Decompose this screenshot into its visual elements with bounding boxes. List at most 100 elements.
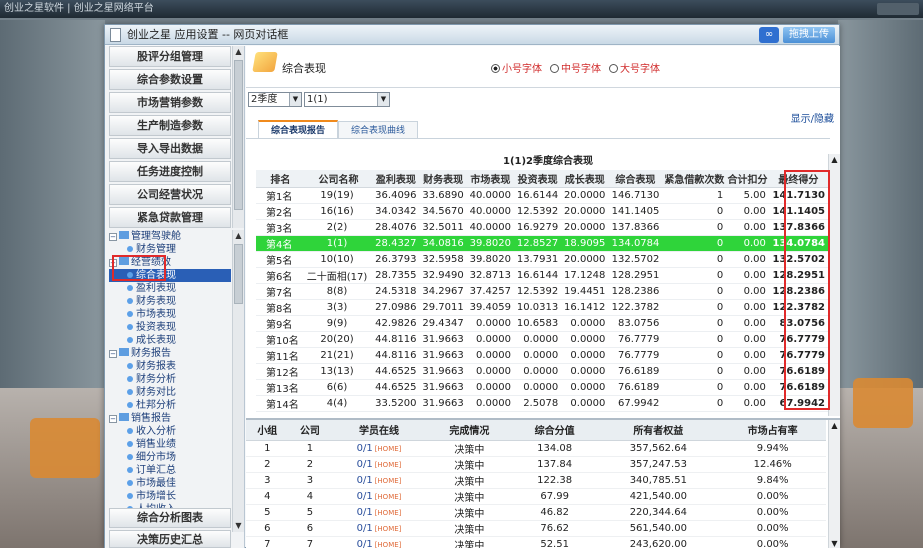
font-size-radio[interactable]: 中号字体	[550, 64, 601, 75]
tree-item[interactable]: 财务分析	[109, 373, 231, 386]
tree-item[interactable]: 市场表现	[109, 308, 231, 321]
table-row[interactable]: 6 6 0/1 [HOME] 决策中 76.62 561,540.00 0.00%	[246, 520, 826, 537]
table-cell: 0.00%	[719, 504, 826, 521]
tree-item[interactable]: 收入分析	[109, 425, 231, 438]
ranking-scrollbar[interactable]: ▲	[828, 154, 840, 416]
scroll-down-icon[interactable]: ▼	[233, 520, 244, 532]
table-cell: 0.00%	[719, 520, 826, 537]
collapse-icon[interactable]: −	[109, 350, 117, 358]
folder-icon	[119, 257, 129, 265]
quarter-select[interactable]: 2季度 ▼	[248, 92, 302, 107]
sidebar-tree-scrollbar[interactable]: ▲ ▼	[232, 230, 244, 532]
table-row[interactable]: 第5名 10(10) 26.3793 32.5958 39.8020 13.7931 20.…	[256, 251, 828, 268]
sidebar-top-scrollbar[interactable]: ▲	[232, 46, 244, 228]
sidebar-menu-button[interactable]: 市场营销参数	[109, 92, 231, 113]
sidebar-button-charts[interactable]: 综合分析图表	[109, 508, 231, 528]
scroll-up-icon[interactable]: ▲	[233, 46, 244, 58]
tree-item[interactable]: 财务报表	[109, 360, 231, 373]
tree-item[interactable]: 投资表现	[109, 321, 231, 334]
group-select[interactable]: 1(1) ▼	[304, 92, 390, 107]
table-row[interactable]: 2 2 0/1 [HOME] 决策中 137.84 357,247.53 12.46%	[246, 456, 826, 473]
sidebar-menu-button[interactable]: 导入导出数据	[109, 138, 231, 159]
radio-icon[interactable]	[491, 64, 500, 73]
table-cell: 0.0000	[466, 331, 514, 348]
online-cell: 0/1 [HOME]	[331, 472, 427, 489]
scroll-up-icon[interactable]: ▲	[829, 420, 840, 432]
status-scrollbar[interactable]: ▲ ▼	[828, 420, 840, 548]
chevron-down-icon[interactable]: ▼	[289, 93, 301, 106]
scroll-thumb[interactable]	[234, 244, 243, 304]
show-hide-link[interactable]: 显示/隐藏	[791, 110, 834, 125]
sidebar-button-history[interactable]: 决策历史汇总	[109, 530, 231, 548]
table-row[interactable]: 4 4 0/1 [HOME] 决策中 67.99 421,540.00 0.00%	[246, 488, 826, 505]
table-row[interactable]: 第3名 2(2) 28.4076 32.5011 40.0000 16.9279 20.00…	[256, 219, 828, 236]
table-row[interactable]: 第7名 8(8) 24.5318 34.2967 37.4257 12.5392 19.44…	[256, 283, 828, 300]
tree-item-label: 订单汇总	[136, 465, 176, 476]
table-row[interactable]: 第4名 1(1) 28.4327 34.0816 39.8020 12.8527 18.90…	[256, 235, 828, 252]
table-row[interactable]: 第13名 6(6) 44.6525 31.9663 0.0000 0.0000 0.0000…	[256, 379, 828, 396]
table-row[interactable]: 第11名 21(21) 44.8116 31.9663 0.0000 0.0000 0.00…	[256, 347, 828, 364]
collapse-icon[interactable]: −	[109, 415, 117, 423]
tree-group[interactable]: − 财务报告	[109, 347, 231, 360]
table-row[interactable]: 第8名 3(3) 27.0986 29.7011 39.4059 10.0313 16.14…	[256, 299, 828, 316]
table-row[interactable]: 第14名 4(4) 33.5200 31.9663 0.0000 2.5078 0.0000…	[256, 395, 828, 412]
table-row[interactable]: 第12名 13(13) 44.6525 31.9663 0.0000 0.0000 0.00…	[256, 363, 828, 380]
tree-item[interactable]: 财务对比	[109, 386, 231, 399]
app-logo-icon[interactable]: ∞	[759, 27, 779, 43]
report-cube-icon	[252, 52, 278, 72]
os-tray[interactable]	[877, 3, 919, 15]
font-size-radio[interactable]: 大号字体	[609, 64, 660, 75]
scroll-down-icon[interactable]: ▼	[829, 538, 840, 548]
tree-item[interactable]: 细分市场	[109, 451, 231, 464]
font-size-radio[interactable]: 小号字体	[491, 64, 542, 75]
online-cell: 0/1 [HOME]	[331, 440, 427, 457]
tree-item[interactable]: 综合表现	[109, 269, 231, 282]
table-row[interactable]: 第10名 20(20) 44.8116 31.9663 0.0000 0.0000 0.00…	[256, 331, 828, 348]
tree-item[interactable]: 市场最佳	[109, 477, 231, 490]
radio-icon[interactable]	[609, 64, 618, 73]
tree-item[interactable]: 财务管理	[109, 243, 231, 256]
tab-curve[interactable]: 综合表现曲线	[338, 121, 419, 139]
sidebar-menu-button[interactable]: 紧急贷款管理	[109, 207, 231, 228]
sidebar-menu-button[interactable]: 生产制造参数	[109, 115, 231, 136]
sidebar-menu-button[interactable]: 股评分组管理	[109, 46, 231, 67]
tree-item[interactable]: 订单汇总	[109, 464, 231, 477]
upload-button[interactable]: 拖拽上传	[783, 27, 835, 43]
chevron-down-icon[interactable]: ▼	[377, 93, 389, 106]
scroll-up-icon[interactable]: ▲	[829, 154, 840, 166]
tree-group[interactable]: − 经营绩效	[109, 256, 231, 269]
table-row[interactable]: 5 5 0/1 [HOME] 决策中 46.82 220,344.64 0.00%	[246, 504, 826, 521]
scroll-up-icon[interactable]: ▲	[233, 230, 244, 242]
collapse-icon[interactable]: −	[109, 259, 117, 267]
table-row[interactable]: 第2名 16(16) 34.0342 34.5670 40.0000 12.5392 20.…	[256, 203, 828, 220]
table-row[interactable]: 1 1 0/1 [HOME] 决策中 134.08 357,562.64 9.94%	[246, 440, 826, 457]
tree-group[interactable]: − 销售报告	[109, 412, 231, 425]
tree-item[interactable]: 成长表现	[109, 334, 231, 347]
company-status-table: 小组 公司 学员在线 完成情况 综合分值 所有者权益 市场占有率 1 1 0/1 [HOME] 决策…	[246, 420, 826, 548]
table-cell: 20.0000	[561, 203, 609, 220]
table-row[interactable]: 第6名 二十面相(17) 28.7355 32.9490 32.8713 16.6144 1…	[256, 267, 828, 284]
tree-item[interactable]: 杜邦分析	[109, 399, 231, 412]
table-row[interactable]: 3 3 0/1 [HOME] 决策中 122.38 340,785.51 9.84%	[246, 472, 826, 489]
scroll-thumb[interactable]	[234, 60, 243, 210]
tree-item-label: 市场最佳	[136, 478, 176, 489]
sidebar-menu-button[interactable]: 任务进度控制	[109, 161, 231, 182]
font-size-label: 中号字体	[561, 64, 601, 75]
tree-item[interactable]: 市场增长	[109, 490, 231, 503]
tree-item[interactable]: 盈利表现	[109, 282, 231, 295]
tree-item[interactable]: 财务表现	[109, 295, 231, 308]
main-header: 综合表现 小号字体 中号字体 大号字体	[246, 46, 840, 88]
table-row[interactable]: 第9名 9(9) 42.9826 29.4347 0.0000 10.6583 0.0000…	[256, 315, 828, 332]
table-row[interactable]: 第1名 19(19) 36.4096 33.6890 40.0000 16.6144 20.…	[256, 187, 828, 204]
table-cell: 0	[662, 283, 727, 300]
tree-group[interactable]: − 管理驾驶舱	[109, 230, 231, 243]
sidebar-menu-button[interactable]: 公司经营状况	[109, 184, 231, 205]
radio-icon[interactable]	[550, 64, 559, 73]
tree-item[interactable]: 销售业绩	[109, 438, 231, 451]
table-row[interactable]: 7 7 0/1 [HOME] 决策中 52.51 243,620.00 0.00%	[246, 536, 826, 548]
collapse-icon[interactable]: −	[109, 233, 117, 241]
tab-report[interactable]: 综合表现报告	[258, 120, 339, 138]
table-cell: 40.0000	[466, 187, 514, 204]
sidebar-menu-button[interactable]: 综合参数设置	[109, 69, 231, 90]
table-cell: 决策中	[426, 472, 513, 489]
